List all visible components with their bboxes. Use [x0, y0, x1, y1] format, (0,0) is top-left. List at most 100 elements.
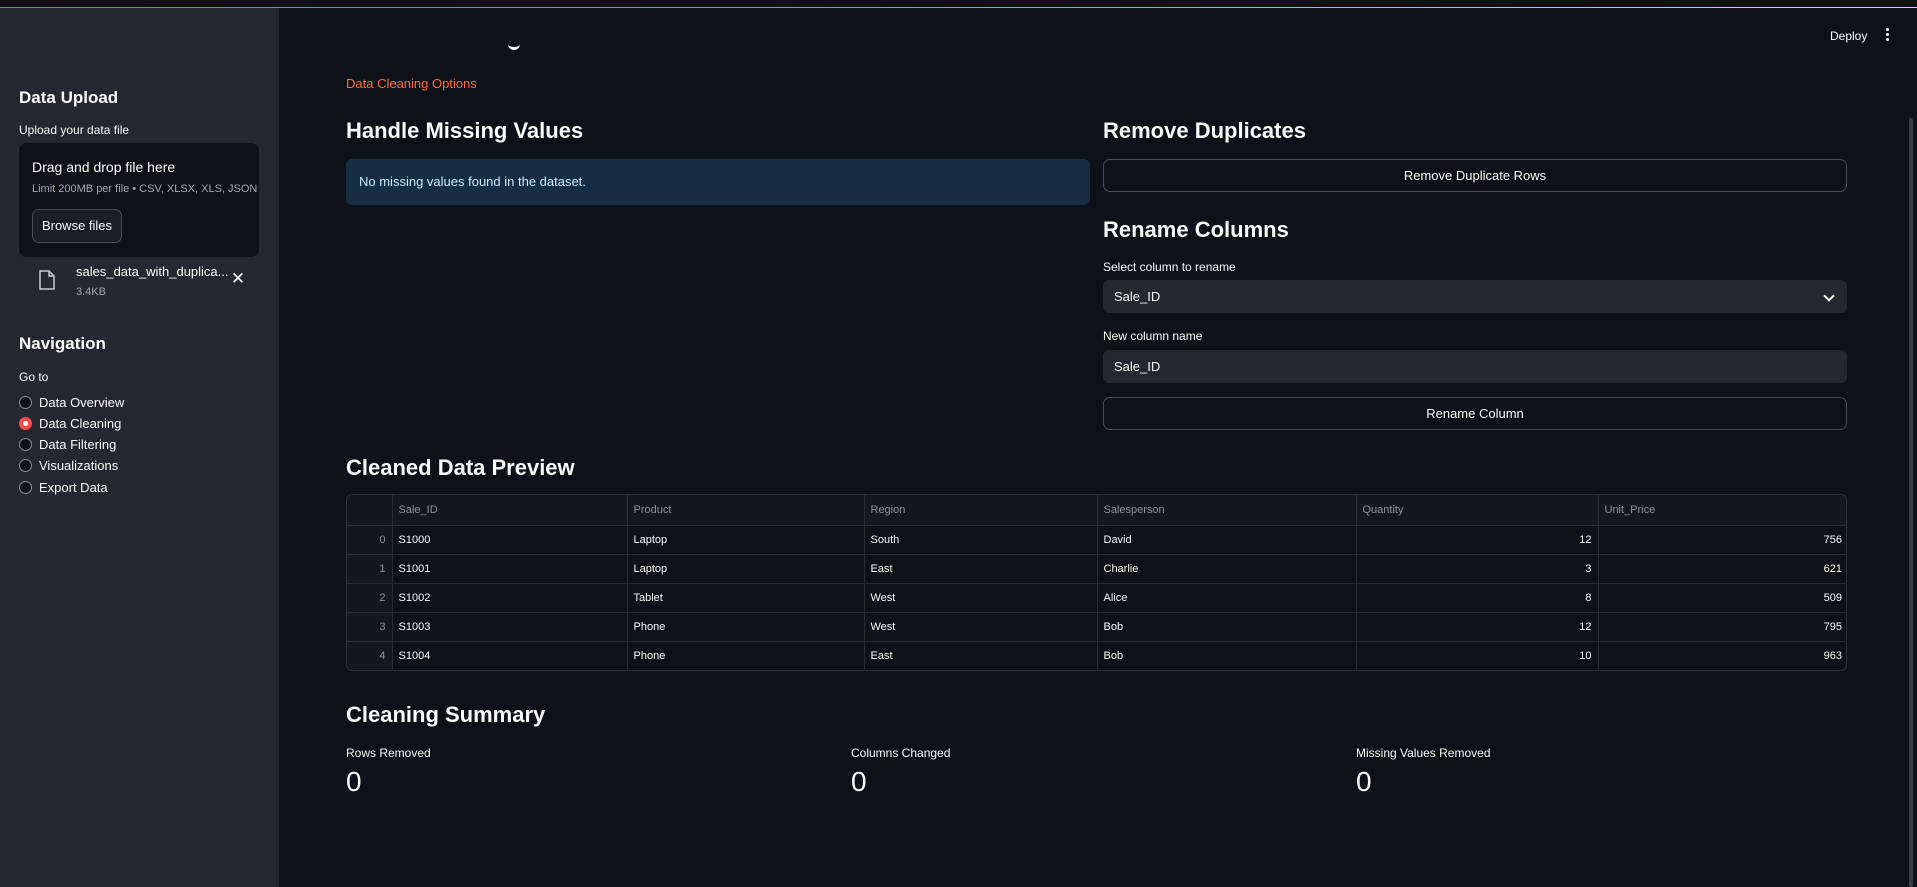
table-cell[interactable]: 8 [1356, 583, 1599, 613]
scrollbar[interactable] [1909, 118, 1913, 887]
sidebar: Data Upload Upload your data file Drag a… [0, 0, 279, 887]
file-dropzone[interactable]: Drag and drop file here Limit 200MB per … [19, 143, 259, 257]
upload-label: Upload your data file [19, 123, 130, 137]
column-select[interactable]: Sale_ID [1103, 280, 1847, 313]
table-row: 0 S1000 Laptop South David 12 756 [347, 525, 1846, 555]
table-cell[interactable]: 756 [1598, 525, 1846, 555]
dropzone-title: Drag and drop file here [32, 159, 176, 175]
table-cell[interactable]: S1000 [392, 525, 628, 555]
nav-item-label: Data Overview [39, 394, 125, 410]
table-cell[interactable]: 795 [1598, 612, 1846, 642]
table-cell[interactable]: East [864, 641, 1098, 670]
column-header[interactable]: Sale_ID [392, 495, 628, 526]
nav-item-data-overview[interactable]: Data Overview [19, 392, 124, 412]
index-header [347, 495, 393, 526]
table-cell[interactable]: 12 [1356, 612, 1599, 642]
close-icon[interactable]: ✕ [229, 270, 247, 288]
row-index: 1 [347, 554, 393, 584]
table-cell[interactable]: 3 [1356, 554, 1599, 584]
table-cell[interactable]: Alice [1097, 583, 1357, 613]
column-header[interactable]: Region [864, 495, 1098, 526]
table-cell[interactable]: Phone [627, 612, 865, 642]
table-cell[interactable]: S1002 [392, 583, 628, 613]
column-header[interactable]: Unit_Price [1598, 495, 1846, 526]
table-cell[interactable]: Phone [627, 641, 865, 670]
table-cell[interactable]: Tablet [627, 583, 865, 613]
table-cell[interactable]: 621 [1598, 554, 1846, 584]
nav-item-data-filtering[interactable]: Data Filtering [19, 434, 116, 454]
table-cell[interactable]: 10 [1356, 641, 1599, 670]
nav-item-label: Data Cleaning [39, 415, 122, 431]
row-index: 3 [347, 612, 393, 642]
table-cell[interactable]: David [1097, 525, 1357, 555]
nav-item-label: Visualizations [39, 457, 119, 473]
table-row: 4 S1004 Phone East Bob 10 963 [347, 641, 1846, 670]
table-cell[interactable]: Laptop [627, 554, 865, 584]
column-header[interactable]: Product [627, 495, 865, 526]
columns-changed-value: 0 [851, 766, 867, 797]
row-index: 0 [347, 525, 393, 555]
missing-values-removed-label: Missing Values Removed [1356, 746, 1491, 760]
nav-item-data-cleaning[interactable]: Data Cleaning [19, 413, 121, 433]
rows-removed-label: Rows Removed [346, 746, 431, 760]
table-cell[interactable]: Laptop [627, 525, 865, 555]
table-cell[interactable]: 12 [1356, 525, 1599, 555]
remove-duplicates-button[interactable]: Remove Duplicate Rows [1103, 159, 1847, 192]
table-cell[interactable]: 509 [1598, 583, 1846, 613]
rename-columns-heading: Rename Columns [1103, 217, 1289, 242]
dropzone-limit: Limit 200MB per file • CSV, XLSX, XLS, J… [32, 183, 258, 195]
nav-item-export-data[interactable]: Export Data [19, 477, 108, 497]
radio-selected-icon [19, 416, 32, 430]
chevron-down-icon [1823, 290, 1835, 302]
nav-item-visualizations[interactable]: Visualizations [19, 455, 118, 475]
table-cell[interactable]: West [864, 583, 1098, 613]
table-cell[interactable]: S1004 [392, 641, 628, 670]
radio-icon [19, 395, 32, 409]
new-column-name-label: New column name [1103, 329, 1203, 343]
rename-column-button[interactable]: Rename Column [1103, 397, 1847, 430]
cleaning-summary-heading: Cleaning Summary [346, 702, 546, 727]
row-index: 4 [347, 641, 393, 670]
uploaded-file: sales_data_with_duplica... 3.4KB ✕ [35, 262, 260, 302]
table-cell[interactable]: 963 [1598, 641, 1846, 670]
navigation-heading: Navigation [19, 334, 106, 353]
column-header[interactable]: Quantity [1356, 495, 1599, 526]
columns-changed-label: Columns Changed [851, 746, 951, 760]
file-size: 3.4KB [76, 286, 106, 298]
remove-duplicates-heading: Remove Duplicates [1103, 118, 1306, 143]
page-title-fragment [505, 43, 523, 57]
table-row: 1 S1001 Laptop East Charlie 3 621 [347, 554, 1846, 584]
table-cell[interactable]: West [864, 612, 1098, 642]
new-column-name-input[interactable]: Sale_ID [1103, 350, 1847, 383]
missing-values-info: No missing values found in the dataset. [346, 159, 1090, 205]
table-header-row: Sale_ID Product Region Salesperson Quant… [347, 495, 1846, 526]
table-row: 2 S1002 Tablet West Alice 8 509 [347, 583, 1846, 613]
row-index: 2 [347, 583, 393, 613]
table-cell[interactable]: Charlie [1097, 554, 1357, 584]
select-column-label: Select column to rename [1103, 260, 1236, 274]
table-row: 3 S1003 Phone West Bob 12 795 [347, 612, 1846, 642]
data-preview-heading: Cleaned Data Preview [346, 455, 575, 480]
missing-values-removed-value: 0 [1356, 766, 1372, 797]
table-cell[interactable]: Bob [1097, 612, 1357, 642]
file-icon [39, 270, 55, 290]
file-name: sales_data_with_duplica... [76, 264, 229, 279]
navigation-label: Go to [19, 370, 49, 384]
browse-files-button[interactable]: Browse files [32, 209, 122, 243]
main-menu-icon[interactable] [1882, 27, 1892, 45]
radio-icon [19, 480, 32, 494]
column-header[interactable]: Salesperson [1097, 495, 1357, 526]
nav-item-label: Data Filtering [39, 436, 117, 452]
data-preview-table[interactable]: Sale_ID Product Region Salesperson Quant… [346, 494, 1847, 671]
cleaning-options-label: Data Cleaning Options [346, 76, 477, 91]
table-cell[interactable]: Bob [1097, 641, 1357, 670]
table-cell[interactable]: East [864, 554, 1098, 584]
table-cell[interactable]: S1003 [392, 612, 628, 642]
top-decoration-bar [0, 0, 1917, 8]
radio-icon [19, 458, 32, 472]
radio-icon [19, 437, 32, 451]
table-cell[interactable]: South [864, 525, 1098, 555]
deploy-button[interactable]: Deploy [1830, 29, 1867, 43]
nav-item-label: Export Data [39, 479, 108, 495]
table-cell[interactable]: S1001 [392, 554, 628, 584]
